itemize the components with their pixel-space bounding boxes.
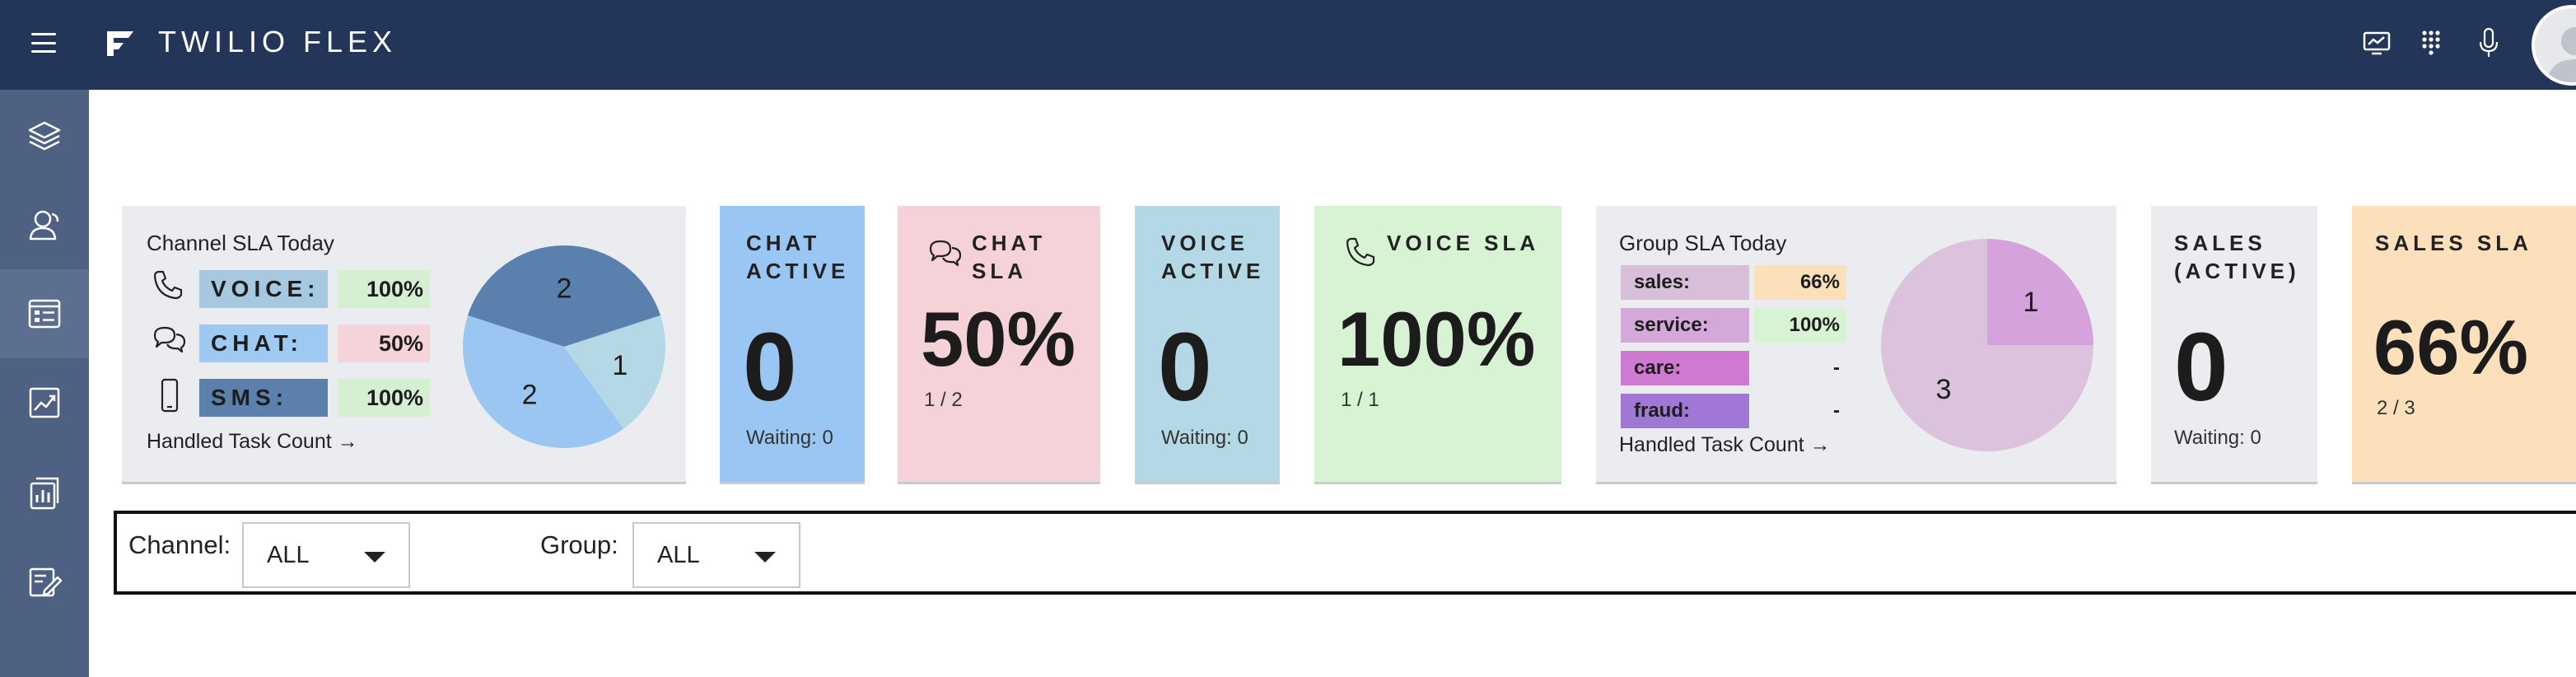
voice-sla-tile: VOICE SLA 100% 1 / 1	[1314, 206, 1561, 484]
group-label-care: care:	[1621, 351, 1749, 385]
microphone-icon[interactable]	[2471, 25, 2507, 61]
group-value-sales: 66%	[1754, 265, 1846, 300]
nav-item-queues-stats[interactable]	[0, 269, 89, 358]
channel-filter-label: Channel:	[128, 530, 231, 559]
voice-active-title-line1: VOICE	[1161, 231, 1248, 255]
queues-stats-icon	[28, 299, 61, 329]
group-sla-title: Group SLA Today	[1619, 231, 1787, 255]
channel-sla-panel: Channel SLA Today VOICE: 100% CHAT: 50% …	[122, 206, 686, 484]
voice-sla-ratio: 1 / 1	[1341, 389, 1379, 411]
caret-down-icon	[754, 552, 776, 563]
phone-icon	[153, 270, 183, 300]
brand-title: TWILIO FLEX	[158, 25, 398, 58]
channel-label-voice-text: VOICE:	[211, 276, 320, 301]
sales-active-title-line2: (ACTIVE)	[2174, 259, 2300, 283]
chat-active-waiting: Waiting: 0	[746, 427, 833, 449]
channel-sla-title: Channel SLA Today	[147, 231, 334, 255]
group-pie-slice-label: 3	[1936, 374, 1952, 405]
filter-bar: Channel: ALL Group: ALL	[114, 511, 2576, 595]
phone-icon	[1346, 237, 1375, 267]
channel-label-chat: CHAT:	[199, 324, 328, 362]
group-filter-value: ALL	[657, 541, 700, 568]
group-value-fraud: -	[1754, 394, 1846, 428]
group-sla-panel: Group SLA Today sales: 66% service: 100%…	[1596, 206, 2116, 484]
sales-active-waiting: Waiting: 0	[2174, 427, 2261, 449]
channel-label-sms-text: SMS:	[211, 385, 288, 410]
channel-value-sms: 100%	[338, 379, 430, 417]
voice-active-waiting: Waiting: 0	[1161, 427, 1248, 449]
sales-sla-title: SALES SLA	[2375, 231, 2532, 255]
menu-icon[interactable]	[30, 30, 58, 56]
flex-logo-icon	[107, 31, 133, 56]
group-pie-slice-label: 1	[2023, 287, 2038, 318]
chat-icon	[929, 240, 962, 267]
channel-label-chat-text: CHAT:	[211, 330, 303, 356]
nav-item-reports[interactable]	[0, 449, 89, 538]
sales-active-title: SALES (ACTIVE)	[2174, 229, 2300, 285]
group-label-service: service:	[1621, 308, 1749, 343]
side-nav	[0, 90, 89, 677]
user-avatar-icon	[2546, 27, 2576, 82]
channel-filter-value: ALL	[267, 541, 310, 568]
channel-pie-slice-label: 2	[522, 380, 538, 411]
chat-sla-tile: CHAT SLA 50% 1 / 2	[898, 206, 1100, 484]
group-pie-slice	[1987, 239, 2093, 345]
chat-sla-title-line1: CHAT	[972, 231, 1047, 255]
group-handled-task-count-link[interactable]: Handled Task Count →	[1619, 433, 1831, 457]
voice-active-title-line2: ACTIVE	[1161, 259, 1265, 283]
reports-icon	[30, 477, 59, 510]
group-filter-select[interactable]: ALL	[632, 522, 800, 588]
top-bar: TWILIO FLEX	[0, 0, 2576, 90]
chat-sla-ratio: 1 / 2	[924, 389, 963, 411]
channel-label-sms: SMS:	[199, 379, 328, 417]
voice-active-tile: VOICE ACTIVE 0 Waiting: 0	[1135, 206, 1280, 484]
sales-sla-ratio: 2 / 3	[2377, 397, 2415, 419]
dialpad-icon[interactable]	[2413, 25, 2449, 61]
group-label-sales: sales:	[1621, 265, 1749, 300]
avatar[interactable]	[2532, 5, 2576, 86]
sales-active-count: 0	[2174, 313, 2228, 422]
sales-active-title-line1: SALES	[2174, 231, 2266, 255]
group-value-care: -	[1754, 351, 1846, 385]
group-label-fraud: fraud:	[1621, 394, 1749, 428]
group-sla-pie-chart: 13	[1881, 239, 2093, 451]
channel-value-chat: 50%	[338, 324, 430, 362]
chat-active-tile: CHAT ACTIVE 0 Waiting: 0	[720, 206, 865, 484]
chat-active-title: CHAT ACTIVE	[746, 229, 849, 285]
mobile-icon	[161, 378, 179, 413]
caret-down-icon	[364, 552, 385, 563]
channel-value-voice: 100%	[338, 270, 430, 308]
channel-label-voice: VOICE:	[199, 270, 328, 308]
voice-active-title: VOICE ACTIVE	[1161, 229, 1264, 285]
chat-sla-title-line2: SLA	[972, 259, 1027, 283]
channel-pie-slice-label: 2	[557, 273, 572, 305]
voice-active-count: 0	[1158, 313, 1212, 422]
agents-icon	[29, 210, 59, 240]
sales-active-tile: SALES (ACTIVE) 0 Waiting: 0	[2151, 206, 2317, 484]
layers-icon	[28, 121, 61, 151]
channel-filter-select[interactable]: ALL	[242, 522, 410, 588]
chat-sla-title: CHAT SLA	[972, 229, 1046, 285]
chat-icon	[153, 326, 186, 353]
channel-handled-task-count-link[interactable]: Handled Task Count →	[147, 430, 358, 454]
nav-item-notes[interactable]	[0, 538, 89, 627]
notes-icon	[29, 567, 63, 597]
nav-item-agents[interactable]	[0, 180, 89, 269]
group-value-service: 100%	[1754, 308, 1846, 343]
group-filter-label: Group:	[540, 530, 618, 559]
sales-sla-percent: 66%	[2373, 304, 2529, 390]
sales-sla-tile: SALES SLA 66% 2 / 3	[2352, 206, 2576, 484]
nav-item-layers[interactable]	[0, 91, 89, 180]
voice-sla-title: VOICE SLA	[1387, 231, 1540, 255]
voice-sla-percent: 100%	[1337, 296, 1536, 382]
channel-pie-slice-label: 1	[612, 350, 628, 381]
chat-active-title-line1: CHAT	[746, 231, 821, 255]
monitor-icon[interactable]	[2359, 25, 2395, 61]
chat-active-count: 0	[743, 313, 797, 422]
chat-sla-percent: 50%	[921, 296, 1076, 382]
chat-active-title-line2: ACTIVE	[746, 259, 850, 283]
analytics-icon	[29, 387, 60, 418]
nav-item-analytics[interactable]	[0, 358, 89, 447]
channel-sla-pie-chart: 2 1 2	[463, 245, 665, 448]
